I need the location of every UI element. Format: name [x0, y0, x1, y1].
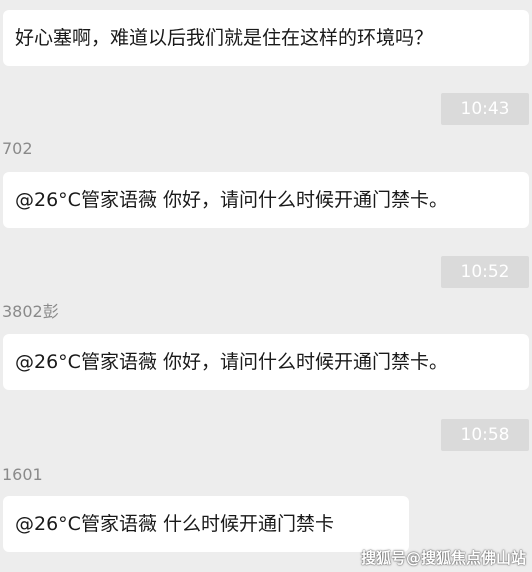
message-timestamp: 10:58 [441, 419, 529, 451]
sender-name[interactable]: 702 [2, 139, 33, 159]
timestamp-text: 10:58 [460, 425, 510, 445]
sender-name[interactable]: 3802彭 [2, 302, 59, 322]
message-timestamp: 10:52 [441, 256, 529, 288]
sender-name[interactable]: 1601 [2, 465, 43, 485]
message-text: 好心塞啊，难道以后我们就是住在这样的环境吗？ [15, 27, 434, 49]
message-bubble[interactable]: @26°C管家语薇 什么时候开通门禁卡 [3, 496, 409, 552]
message-bubble[interactable]: @26°C管家语薇 你好，请问什么时候开通门禁卡。 [3, 334, 529, 390]
message-text: @26°C管家语薇 什么时候开通门禁卡 [15, 513, 334, 535]
message-bubble[interactable]: 好心塞啊，难道以后我们就是住在这样的环境吗？ [3, 10, 529, 66]
message-text: @26°C管家语薇 你好，请问什么时候开通门禁卡。 [15, 189, 448, 211]
chat-history: 好心塞啊，难道以后我们就是住在这样的环境吗？ 10:43 702 @26°C管家… [0, 0, 532, 572]
message-bubble[interactable]: @26°C管家语薇 你好，请问什么时候开通门禁卡。 [3, 172, 529, 228]
timestamp-text: 10:52 [460, 262, 510, 282]
timestamp-text: 10:43 [460, 99, 510, 119]
message-timestamp: 10:43 [441, 93, 529, 125]
watermark-label: 搜狐号@搜狐焦点佛山站 [360, 549, 526, 567]
message-text: @26°C管家语薇 你好，请问什么时候开通门禁卡。 [15, 351, 448, 373]
